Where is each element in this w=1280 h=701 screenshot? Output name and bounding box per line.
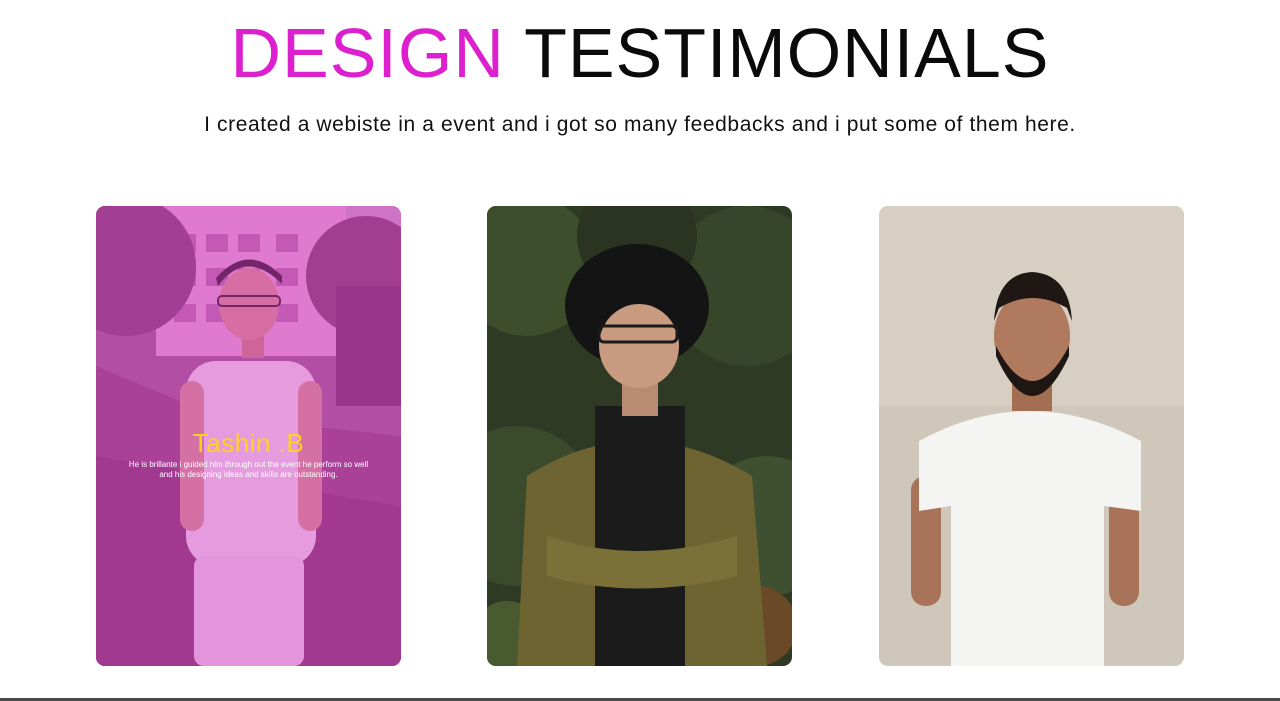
page-subtitle: I created a webiste in a event and i got… bbox=[204, 113, 1076, 136]
page-title-accent: DESIGN bbox=[230, 14, 505, 92]
testimonial-photo-3 bbox=[879, 206, 1184, 666]
testimonial-text-1: Tashin .B He is brillante i guided him t… bbox=[96, 428, 401, 480]
testimonial-card-2[interactable] bbox=[487, 206, 792, 666]
testimonial-card-3[interactable] bbox=[879, 206, 1184, 666]
page-title: DESIGN TESTIMONIALS bbox=[0, 12, 1280, 94]
testimonial-quote: He is brillante i guided him through out… bbox=[128, 460, 369, 479]
testimonial-photo-2 bbox=[487, 206, 792, 666]
page-title-rest: TESTIMONIALS bbox=[524, 14, 1050, 92]
testimonial-card-1[interactable]: Tashin .B He is brillante i guided him t… bbox=[96, 206, 401, 666]
testimonial-name: Tashin .B bbox=[192, 428, 305, 458]
